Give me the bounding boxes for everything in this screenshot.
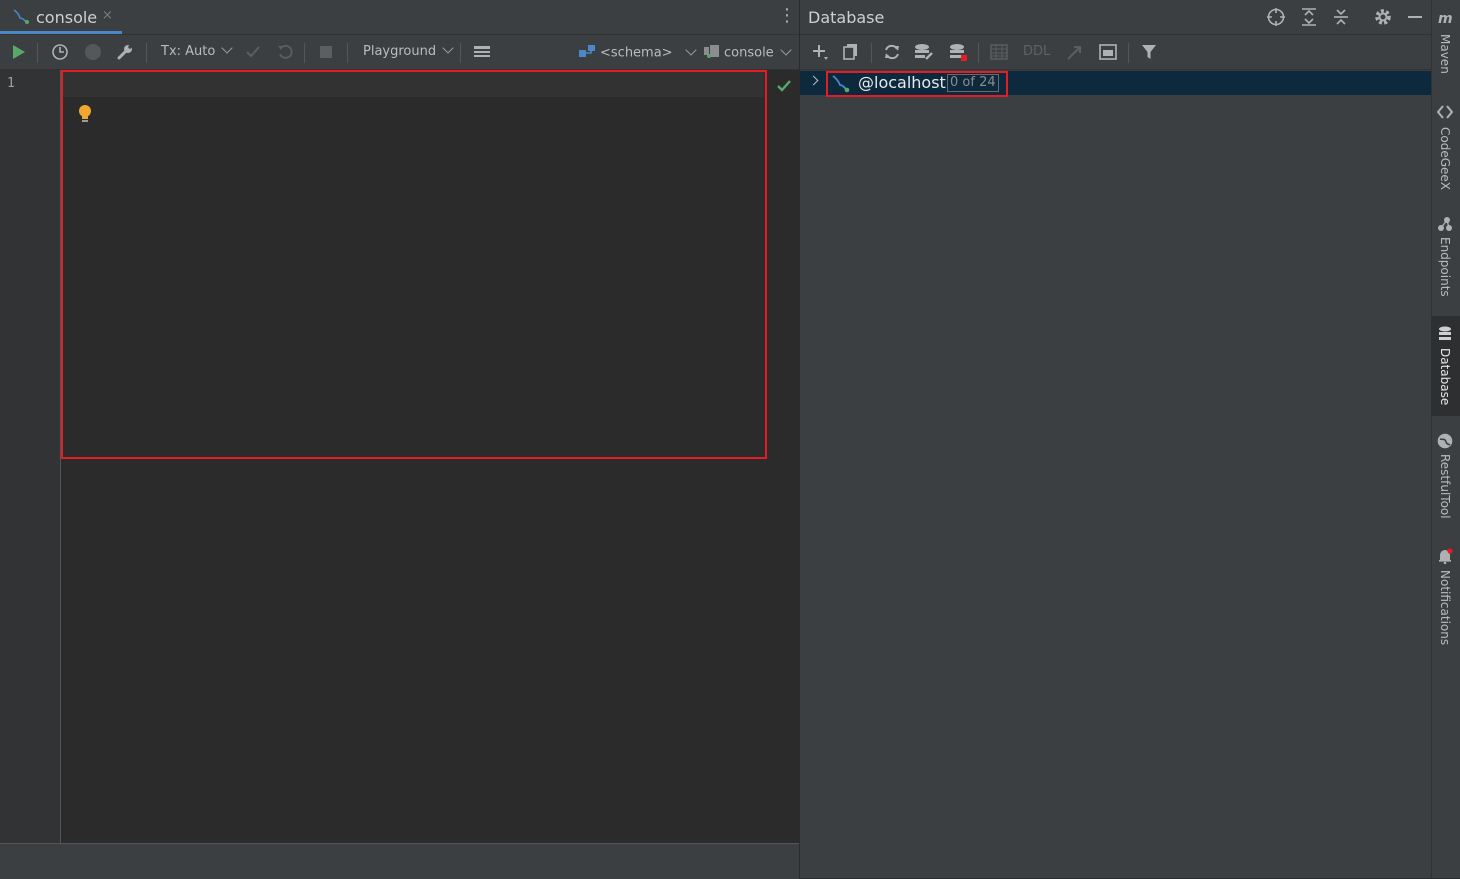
close-icon[interactable]: × — [102, 8, 113, 23]
stop-session-icon[interactable] — [81, 40, 105, 64]
add-icon[interactable] — [808, 40, 832, 64]
database-panel — [800, 0, 1431, 878]
svg-text:m: m — [1438, 11, 1453, 25]
side-tab-maven[interactable]: m Maven — [1431, 4, 1460, 88]
tab-label: console — [36, 8, 98, 27]
collapse-all-icon[interactable] — [1331, 7, 1351, 31]
output-layout-icon[interactable] — [470, 40, 494, 64]
refresh-icon[interactable] — [880, 40, 904, 64]
toolbar-separator — [347, 43, 348, 63]
expand-all-icon[interactable] — [1299, 7, 1319, 31]
toolbar-separator — [978, 43, 979, 63]
editor-highlight-box — [61, 70, 767, 459]
gear-icon[interactable] — [1373, 7, 1393, 31]
schema-dropdown[interactable]: <schema> — [578, 43, 697, 62]
chevron-down-icon — [780, 43, 792, 56]
rollback-icon[interactable] — [273, 40, 297, 64]
endpoints-icon — [1437, 216, 1453, 232]
duplicate-icon[interactable] — [839, 40, 863, 64]
data-source-properties-icon[interactable] — [912, 40, 936, 64]
table-view-icon[interactable] — [987, 40, 1011, 64]
schema-label: <schema> — [600, 45, 673, 61]
toolbar-separator — [304, 43, 305, 63]
transaction-mode-dropdown[interactable]: Tx: Auto — [161, 42, 234, 59]
side-tab-label: Maven — [1438, 34, 1452, 74]
chevron-down-icon — [442, 42, 454, 54]
editor-toolbar: Tx: Auto Playground <schema> console — [0, 35, 799, 70]
jump-to-source-icon[interactable] — [1063, 40, 1087, 64]
toolbar-separator — [460, 43, 461, 63]
execution-mode-label: Playground — [363, 44, 437, 59]
bell-icon — [1437, 548, 1453, 564]
side-tab-label: Notifications — [1438, 570, 1452, 646]
mysql-dolphin-icon — [12, 9, 30, 29]
stop-icon[interactable] — [314, 40, 338, 64]
locate-icon[interactable] — [1266, 7, 1286, 31]
toolbar-separator — [1128, 43, 1129, 63]
schema-icon — [578, 44, 596, 62]
database-icon — [1437, 326, 1453, 342]
commit-icon[interactable] — [241, 40, 265, 64]
chevron-down-icon — [684, 43, 697, 56]
toolbar-separator — [37, 43, 38, 63]
side-tab-label: CodeGeeX — [1438, 127, 1452, 191]
editor-status-strip — [0, 843, 799, 879]
globe-icon — [1437, 433, 1453, 449]
database-toolbar: DDL — [800, 35, 1431, 70]
side-tab-label: Database — [1438, 348, 1452, 406]
tree-highlight-box — [826, 71, 1008, 97]
toolbar-separator — [871, 43, 872, 63]
maven-icon: m — [1437, 10, 1453, 26]
chevron-down-icon — [221, 42, 234, 54]
side-tab-database[interactable]: Database — [1431, 316, 1460, 416]
execution-mode-dropdown[interactable]: Playground — [363, 42, 454, 59]
side-tab-codegeex[interactable]: CodeGeeX — [1431, 100, 1460, 200]
ddl-button[interactable]: DDL — [1023, 44, 1050, 59]
transaction-mode-label: Tx: Auto — [161, 44, 216, 59]
minimize-icon[interactable] — [1406, 7, 1424, 31]
database-panel-title: Database — [808, 8, 885, 27]
session-label: console — [724, 45, 774, 61]
session-icon — [703, 44, 721, 62]
query-console-icon[interactable] — [1096, 40, 1120, 64]
filter-icon[interactable] — [1137, 40, 1161, 64]
codegeex-icon — [1437, 104, 1453, 120]
analysis-ok-icon — [776, 78, 792, 97]
session-dropdown[interactable]: console — [703, 43, 792, 62]
side-tab-label: RestfulTool — [1438, 454, 1452, 519]
side-tab-endpoints[interactable]: Endpoints — [1431, 212, 1460, 310]
toolbar-separator — [146, 43, 147, 63]
active-tab-indicator — [0, 31, 122, 34]
side-tab-restfultool[interactable]: RestfulTool — [1431, 428, 1460, 528]
run-icon[interactable] — [7, 40, 31, 64]
disconnect-database-icon[interactable] — [946, 40, 970, 64]
line-number-gutter — [0, 70, 61, 843]
settings-wrench-icon[interactable] — [113, 40, 137, 64]
side-tab-notifications[interactable]: Notifications — [1431, 540, 1460, 655]
line-number: 1 — [7, 76, 15, 91]
side-tab-label: Endpoints — [1438, 237, 1452, 297]
more-options-icon[interactable]: ⋮ — [778, 6, 796, 26]
console-tab[interactable]: console × — [0, 0, 122, 34]
history-icon[interactable] — [48, 40, 72, 64]
